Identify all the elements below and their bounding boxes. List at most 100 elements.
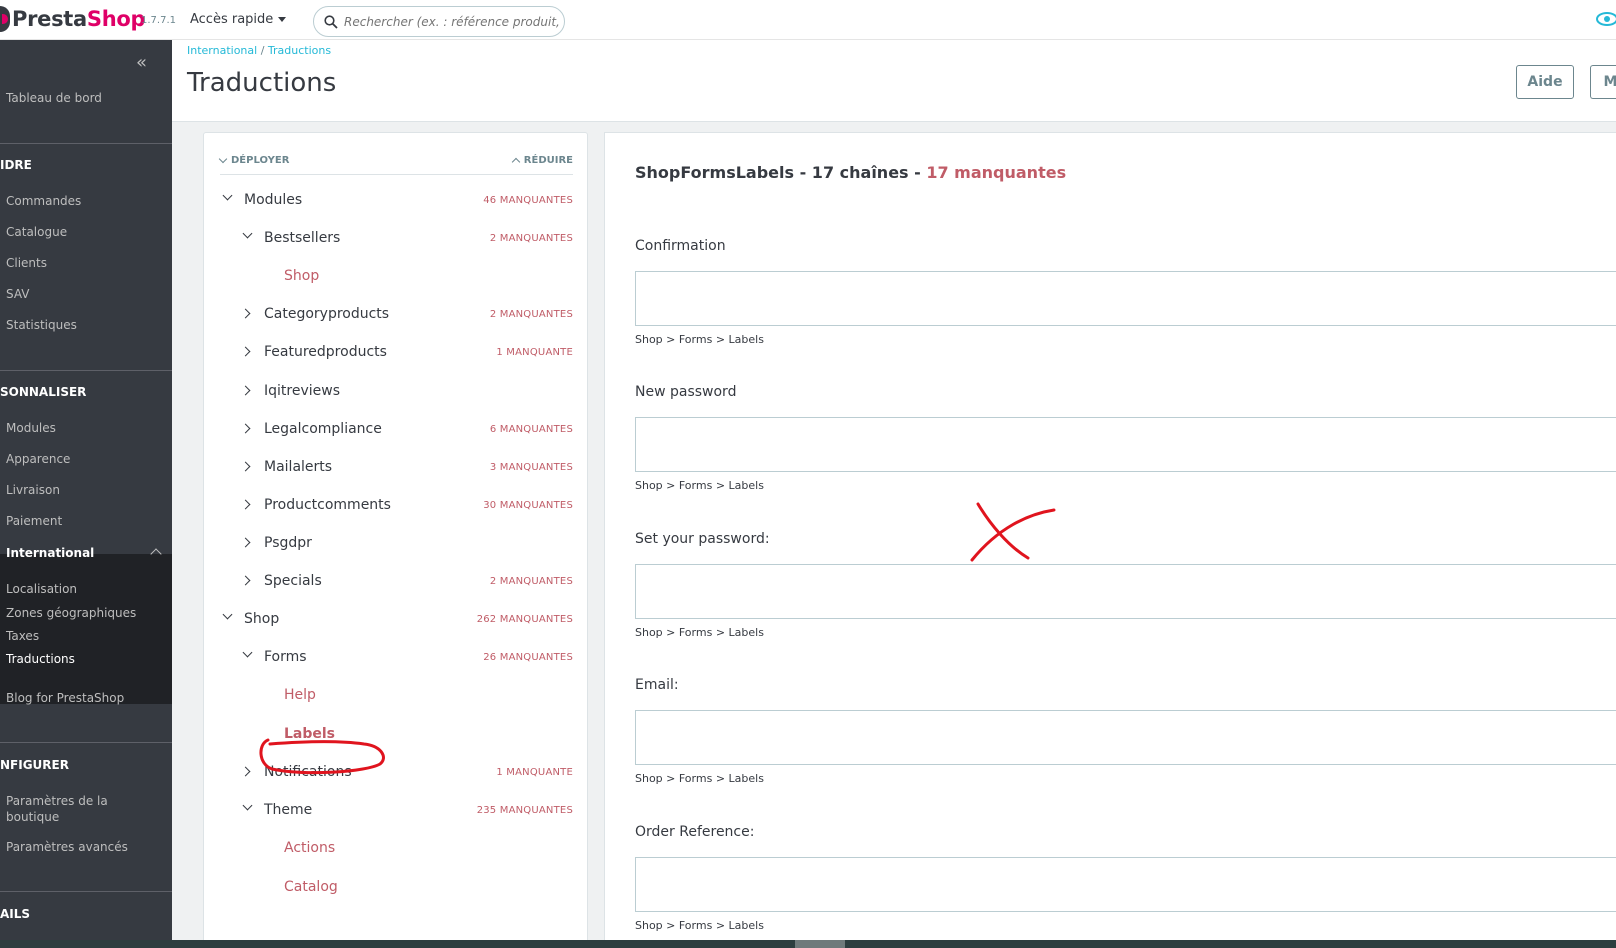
chevron-right-icon[interactable] bbox=[240, 423, 251, 434]
search-box[interactable] bbox=[313, 6, 565, 37]
sidebar-item-international[interactable]: International bbox=[6, 546, 94, 560]
translation-input-new-password[interactable] bbox=[635, 417, 1616, 472]
tree-node-productcomments[interactable]: Productcomments 30 manquantes bbox=[220, 495, 573, 519]
sidebar-item-shipping[interactable]: Livraison bbox=[6, 483, 60, 497]
sidebar-item-modules[interactable]: Modules bbox=[6, 421, 56, 435]
sidebar-item-catalog[interactable]: Catalogue bbox=[6, 225, 67, 239]
help-button[interactable]: Aide bbox=[1516, 65, 1574, 99]
top-header: PrestaShop 1.7.7.1 Accès rapide bbox=[0, 0, 1616, 40]
breadcrumb-translations[interactable]: Traductions bbox=[268, 44, 331, 57]
quick-access-dropdown[interactable]: Accès rapide bbox=[190, 12, 287, 27]
translation-input-email[interactable] bbox=[635, 710, 1616, 765]
tree-node-legalcompliance[interactable]: Legalcompliance 6 manquantes bbox=[220, 419, 573, 443]
search-input[interactable] bbox=[344, 14, 559, 29]
tree-controls: Déployer Réduire bbox=[218, 153, 573, 175]
missing-count: 3 manquantes bbox=[489, 462, 573, 473]
horizontal-scrollbar[interactable] bbox=[0, 940, 1616, 948]
missing-count: 46 manquantes bbox=[483, 195, 573, 206]
sidebar-item-customers[interactable]: Clients bbox=[6, 256, 47, 270]
missing-count: 2 manquantes bbox=[489, 233, 573, 244]
tree-node-label: Modules bbox=[244, 192, 303, 208]
sidebar-item-payment[interactable]: Paiement bbox=[6, 514, 62, 528]
chevron-right-icon[interactable] bbox=[240, 385, 251, 396]
tree-node-modules[interactable]: Modules 46 manquantes bbox=[220, 190, 573, 214]
tree-leaf-label: Actions bbox=[284, 840, 336, 856]
chevron-right-icon[interactable] bbox=[240, 461, 251, 472]
tree-node-bestsellers[interactable]: Bestsellers 2 manquantes bbox=[220, 228, 573, 252]
sidebar-sub-zones[interactable]: Zones géographiques bbox=[6, 606, 136, 620]
tree-node-psgdpr[interactable]: Psgdpr bbox=[220, 533, 573, 557]
tree-node-specials[interactable]: Specials 2 manquantes bbox=[220, 571, 573, 595]
sidebar-sub-translations[interactable]: Traductions bbox=[6, 652, 75, 666]
domain-missing-count: 17 manquantes bbox=[926, 163, 1067, 182]
tree-node-shop[interactable]: Shop 262 manquantes bbox=[220, 609, 573, 633]
sidebar-item-dashboard[interactable]: Tableau de bord bbox=[6, 91, 102, 105]
field-label-set-password: Set your password: bbox=[635, 531, 770, 547]
missing-count: 6 manquantes bbox=[489, 424, 573, 435]
tree-leaf-catalog[interactable]: Catalog bbox=[220, 877, 573, 901]
tree-leaf-actions[interactable]: Actions bbox=[220, 838, 573, 862]
domain-title-text: ShopFormsLabels - 17 chaînes - bbox=[635, 163, 927, 182]
more-button[interactable]: M bbox=[1590, 65, 1616, 99]
chevron-down-icon[interactable] bbox=[242, 647, 253, 658]
field-label-confirmation: Confirmation bbox=[635, 238, 726, 254]
chevron-right-icon[interactable] bbox=[240, 766, 251, 777]
tree-node-mailalerts[interactable]: Mailalerts 3 manquantes bbox=[220, 457, 573, 481]
translation-input-confirmation[interactable] bbox=[635, 271, 1616, 326]
field-label-order-reference: Order Reference: bbox=[635, 824, 755, 840]
chevron-right-icon[interactable] bbox=[240, 575, 251, 586]
expand-all-button[interactable]: Déployer bbox=[218, 154, 289, 166]
chevron-down-icon[interactable] bbox=[242, 228, 253, 239]
tree-node-categoryproducts[interactable]: Categoryproducts 2 manquantes bbox=[220, 304, 573, 328]
scrollbar-thumb[interactable] bbox=[795, 940, 845, 948]
translation-input-set-password[interactable] bbox=[635, 564, 1616, 619]
tree-node-forms[interactable]: Forms 26 manquantes bbox=[220, 647, 573, 671]
chevron-right-icon[interactable] bbox=[240, 308, 251, 319]
missing-count: 2 manquantes bbox=[489, 309, 573, 320]
sidebar-divider bbox=[0, 742, 172, 743]
sidebar: « Tableau de bord IDRE Commandes Catalog… bbox=[0, 40, 172, 948]
tree-node-notifications[interactable]: Notifications 1 manquante bbox=[220, 762, 573, 786]
missing-count: 262 manquantes bbox=[476, 614, 573, 625]
sidebar-item-shop-params-2[interactable]: boutique bbox=[6, 810, 59, 824]
sidebar-item-advanced-params[interactable]: Paramètres avancés bbox=[6, 840, 128, 854]
chevron-down-icon[interactable] bbox=[222, 190, 233, 201]
translations-form-panel: ShopFormsLabels - 17 chaînes - 17 manqua… bbox=[604, 132, 1616, 948]
sidebar-item-orders[interactable]: Commandes bbox=[6, 194, 81, 208]
sidebar-item-appearance[interactable]: Apparence bbox=[6, 452, 70, 466]
domain-title: ShopFormsLabels - 17 chaînes - 17 manqua… bbox=[635, 163, 1066, 182]
field-label-email: Email: bbox=[635, 677, 679, 693]
tree-node-featuredproducts[interactable]: Featuredproducts 1 manquante bbox=[220, 342, 573, 366]
sidebar-sub-taxes[interactable]: Taxes bbox=[6, 629, 39, 643]
chevron-down-icon[interactable] bbox=[242, 800, 253, 811]
collapse-all-button[interactable]: Réduire bbox=[511, 155, 573, 167]
search-icon bbox=[324, 14, 338, 29]
quick-access-label: Accès rapide bbox=[190, 12, 274, 27]
tree-leaf-label: Labels bbox=[284, 726, 336, 742]
tree-node-label: Categoryproducts bbox=[264, 306, 390, 322]
sidebar-item-stats[interactable]: Statistiques bbox=[6, 318, 77, 332]
tree-leaf-label: Help bbox=[284, 687, 316, 703]
sidebar-item-blog[interactable]: Blog for PrestaShop bbox=[6, 691, 124, 705]
eye-icon[interactable] bbox=[1594, 12, 1616, 26]
tree-node-iqitreviews[interactable]: Iqitreviews bbox=[220, 381, 573, 405]
chevron-right-icon[interactable] bbox=[240, 537, 251, 548]
sidebar-item-support[interactable]: SAV bbox=[6, 287, 30, 301]
collapse-sidebar-icon[interactable]: « bbox=[136, 52, 147, 73]
chevron-right-icon[interactable] bbox=[240, 346, 251, 357]
chevron-down-icon[interactable] bbox=[222, 609, 233, 620]
sidebar-item-shop-params[interactable]: Paramètres de la bbox=[6, 794, 108, 808]
missing-count: 1 manquante bbox=[496, 347, 573, 358]
tree-node-theme[interactable]: Theme 235 manquantes bbox=[220, 800, 573, 824]
prestashop-logo[interactable]: PrestaShop bbox=[0, 6, 146, 32]
tree-node-label: Forms bbox=[264, 649, 307, 665]
breadcrumb-international[interactable]: International bbox=[187, 44, 257, 57]
chevron-right-icon[interactable] bbox=[240, 499, 251, 510]
missing-count: 235 manquantes bbox=[476, 805, 573, 816]
tree-leaf-labels[interactable]: Labels bbox=[220, 724, 573, 748]
sidebar-sub-localization[interactable]: Localisation bbox=[6, 582, 77, 596]
translation-input-order-reference[interactable] bbox=[635, 857, 1616, 912]
tree-leaf-help[interactable]: Help bbox=[220, 685, 573, 709]
tree-node-label: Specials bbox=[264, 573, 322, 589]
tree-leaf-shop[interactable]: Shop bbox=[220, 266, 573, 290]
